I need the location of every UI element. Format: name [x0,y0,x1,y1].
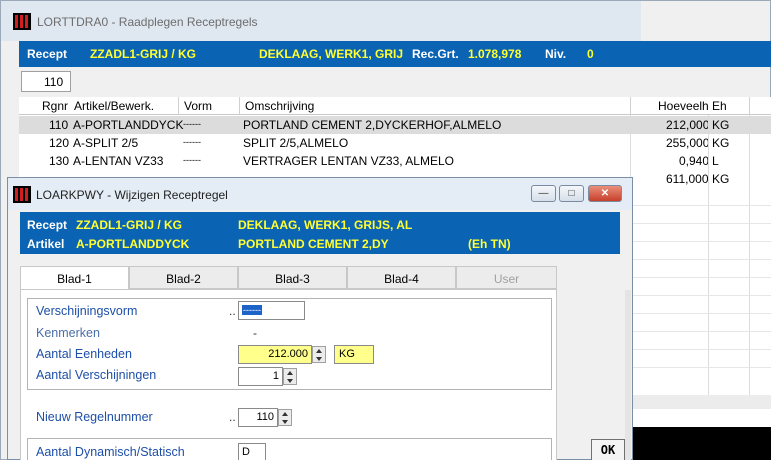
edit-dialog: LOARKPWY - Wijzigen Receptregel — □ ✕ Re… [7,177,633,460]
aantal-eenheden-input[interactable]: 212.000 [238,345,312,364]
eenheid-field[interactable]: KG [334,345,374,364]
back-window-titlebar: LORTTDRA0 - Raadplegen Receptregels [1,1,641,41]
back-window-title: LORTTDRA0 - Raadplegen Receptregels [37,15,258,29]
app-logo-icon [13,186,31,203]
col-rgnr[interactable]: Rgnr [42,99,68,113]
app-logo-icon [13,13,31,30]
maximize-button[interactable]: □ [559,185,584,202]
close-button[interactable]: ✕ [588,185,622,202]
minimize-button[interactable]: — [531,185,556,202]
tab-blad-1[interactable]: Blad-1 [20,266,129,290]
recept-description: DEKLAAG, WERK1, GRIJS, AL [238,218,413,232]
tab-blad-4[interactable]: Blad-4 [347,266,456,289]
table-row[interactable]: 130 A-LENTAN VZ33 ------ VERTRAGER LENTA… [19,152,771,170]
aantal-eenheden-label: Aantal Eenheden [36,347,132,361]
eenheden-stepper[interactable] [312,346,326,363]
table-row[interactable]: 110 A-PORTLANDDYCK ------ PORTLAND CEMEN… [19,116,771,134]
recept-label: Recept [27,47,68,61]
col-omschrijving[interactable]: Omschrijving [245,99,314,113]
recept-code: ZZADL1-GRIJ / KG [90,47,197,61]
nieuw-regelnummer-label: Nieuw Regelnummer [36,410,153,424]
artikel-label: Artikel [27,237,65,251]
niv-label: Niv. [545,47,567,61]
kenmerken-label: Kenmerken [36,326,100,340]
col-artikel[interactable]: Artikel/Bewerk. [74,99,154,113]
dialog-recept-header: Recept ZZADL1-GRIJ / KG DEKLAAG, WERK1, … [20,212,620,254]
col-eh[interactable]: Eh [712,99,727,113]
nieuw-regelnummer-input[interactable]: 110 [238,408,278,427]
aantal-verschijningen-label: Aantal Verschijningen [36,368,157,382]
eenheid-indicator: (Eh TN) [468,237,511,251]
dialog-title: LOARKPWY - Wijzigen Receptregel [36,188,228,202]
grid-header: Rgnr Artikel/Bewerk. Vorm Omschrijving H… [19,97,771,115]
rgnr-filter-input[interactable]: 110 [21,71,71,92]
grid-scrollbar[interactable] [630,395,771,409]
recgrt-value: 1.078,978 [468,47,522,61]
aantal-dynamisch-label: Aantal Dynamisch/Statisch [36,445,185,459]
dialog-scrollbar[interactable] [625,290,631,460]
recept-description: DEKLAAG, WERK1, GRIJ [259,47,404,61]
recgrt-label: Rec.Grt. [412,47,459,61]
blad-1-panel: Verschijningsvorm .. ------ Kenmerken - … [20,289,557,460]
recept-code: ZZADL1-GRIJ / KG [76,218,183,232]
kenmerken-value: - [253,326,257,340]
tab-blad-3[interactable]: Blad-3 [238,266,347,289]
col-vorm[interactable]: Vorm [184,99,212,113]
recept-label: Recept [27,218,68,232]
table-row[interactable]: 120 A-SPLIT 2/5 ------ SPLIT 2/5,ALMELO … [19,134,771,152]
dynamisch-statisch-input[interactable]: D [238,443,266,460]
dialog-titlebar[interactable]: LOARKPWY - Wijzigen Receptregel — □ ✕ [8,178,632,210]
aantal-verschijningen-input[interactable]: 1 [238,367,283,386]
tab-blad-2[interactable]: Blad-2 [129,266,238,289]
black-area [633,427,771,460]
back-recept-header: Recept ZZADL1-GRIJ / KG DEKLAAG, WERK1, … [19,41,771,67]
verschijningen-stepper[interactable] [283,368,297,385]
tab-user: User [456,266,557,289]
verschijningsvorm-input[interactable]: ------ [238,301,305,320]
col-hoeveelheid[interactable]: Hoeveelh [658,99,709,113]
verschijningsvorm-label: Verschijningsvorm [36,304,138,318]
ok-button[interactable]: OK [591,439,625,460]
artikel-description: PORTLAND CEMENT 2,DY [238,237,389,251]
regelnummer-stepper[interactable] [278,409,292,426]
niv-value: 0 [587,47,594,61]
artikel-code: A-PORTLANDDYCK [76,237,190,251]
